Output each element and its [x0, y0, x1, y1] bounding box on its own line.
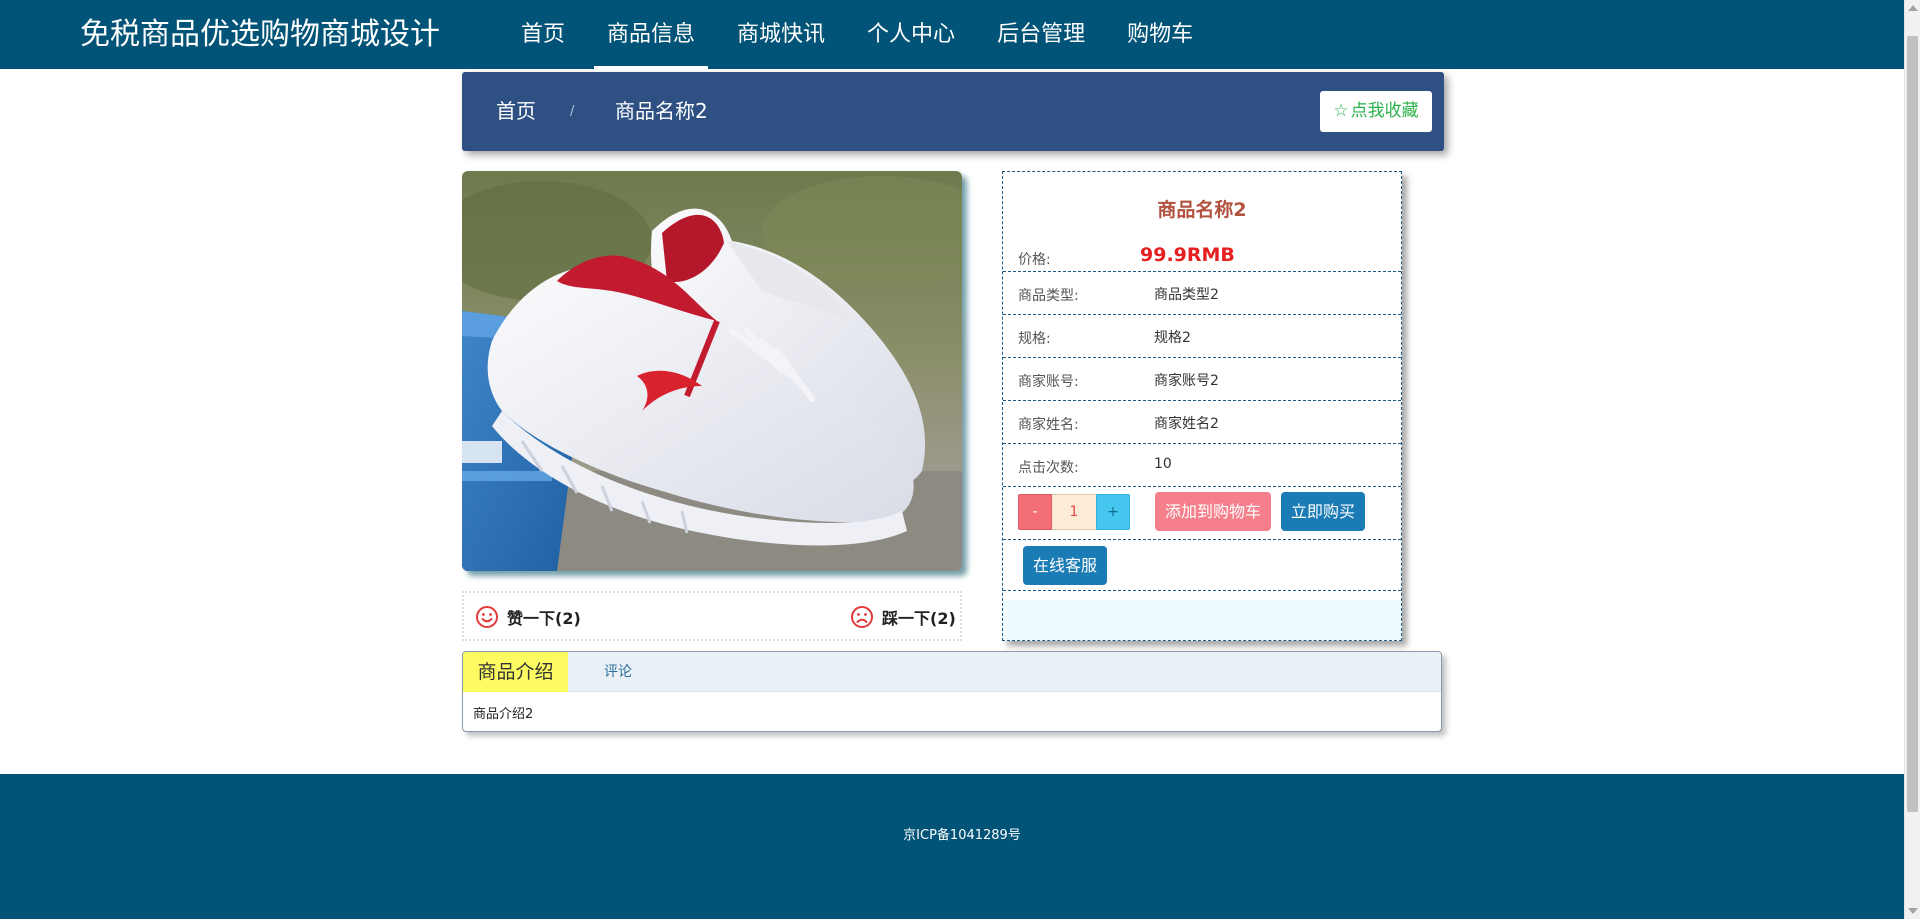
- nav-item-products[interactable]: 商品信息: [594, 0, 709, 69]
- online-service-button[interactable]: 在线客服: [1023, 546, 1107, 585]
- breadcrumb-current: 商品名称2: [615, 99, 708, 123]
- vote-box: 赞一下(2) 踩一下(2): [462, 591, 962, 641]
- field-label: 商家姓名:: [1018, 417, 1079, 433]
- top-navigation-bar: 免税商品优选购物商城设计 首页 商品信息 商城快讯 个人中心 后台管理 购物车: [0, 0, 1904, 69]
- scroll-up-arrow-icon[interactable]: [1908, 5, 1918, 11]
- field-value: 10: [1154, 456, 1172, 472]
- dislike-label: 踩一下(2): [882, 609, 956, 628]
- field-label: 商家账号:: [1018, 374, 1079, 390]
- add-to-cart-button[interactable]: 添加到购物车: [1155, 492, 1271, 531]
- dislike-button[interactable]: 踩一下(2): [850, 605, 956, 629]
- nav-item-user-center[interactable]: 个人中心: [854, 0, 968, 69]
- field-value: 商家姓名2: [1154, 416, 1219, 432]
- info-panel-footer: [1003, 600, 1401, 640]
- footer: 京ICP备1041289号: [0, 774, 1904, 919]
- tab-comments[interactable]: 评论: [568, 652, 668, 692]
- field-row-type: 商品类型: 商品类型2: [1003, 272, 1401, 315]
- nav-item-news[interactable]: 商城快讯: [724, 0, 838, 69]
- tab-content: 商品介绍2: [473, 707, 534, 722]
- field-value: 规格2: [1154, 330, 1191, 346]
- field-row-merchant-name: 商家姓名: 商家姓名2: [1003, 401, 1401, 444]
- site-title: 免税商品优选购物商城设计: [80, 17, 440, 52]
- favorite-label: 点我收藏: [1350, 101, 1419, 121]
- breadcrumb-separator: /: [570, 104, 575, 119]
- product-title: 商品名称2: [1157, 199, 1247, 221]
- scroll-thumb[interactable]: [1907, 36, 1918, 812]
- scroll-down-arrow-icon[interactable]: [1908, 908, 1918, 914]
- quantity-input[interactable]: 1: [1052, 494, 1096, 530]
- quantity-decrease-button[interactable]: -: [1018, 494, 1052, 530]
- purchase-row: - 1 + 添加到购物车 立即购买: [1003, 487, 1401, 540]
- smile-icon: [476, 606, 498, 628]
- field-label: 商品类型:: [1018, 288, 1079, 304]
- nav-item-cart[interactable]: 购物车: [1114, 0, 1206, 69]
- product-tabs: 商品介绍 评论 商品介绍2: [462, 651, 1442, 732]
- favorite-button[interactable]: ☆ 点我收藏: [1320, 91, 1432, 132]
- quantity-increase-button[interactable]: +: [1096, 494, 1130, 530]
- page: 免税商品优选购物商城设计 首页 商品信息 商城快讯 个人中心 后台管理 购物车 …: [0, 0, 1920, 919]
- field-label: 点击次数:: [1018, 460, 1079, 476]
- icp-license: 京ICP备1041289号: [903, 828, 1021, 843]
- field-value: 商家账号2: [1154, 373, 1219, 389]
- service-row: 在线客服: [1003, 540, 1401, 591]
- price-row: 价格: 99.9RMB: [1003, 234, 1401, 272]
- nav-item-home[interactable]: 首页: [508, 0, 578, 69]
- sneaker-photo: [462, 171, 962, 571]
- star-outline-icon: ☆: [1333, 101, 1349, 121]
- product-info-panel: 商品名称2 价格: 99.9RMB 商品类型: 商品类型2 规格: 规格2 商家…: [1002, 171, 1402, 641]
- tab-introduction[interactable]: 商品介绍: [463, 652, 568, 692]
- like-label: 赞一下(2): [507, 609, 581, 628]
- nav-item-admin[interactable]: 后台管理: [984, 0, 1098, 69]
- product-image: [462, 171, 962, 571]
- buy-now-button[interactable]: 立即购买: [1281, 492, 1365, 531]
- field-value: 商品类型2: [1154, 287, 1219, 303]
- price-label: 价格:: [1018, 252, 1051, 268]
- main-nav: 首页 商品信息 商城快讯 个人中心 后台管理 购物车: [508, 0, 1222, 69]
- tab-header: 商品介绍 评论: [463, 652, 1441, 692]
- field-row-clicks: 点击次数: 10: [1003, 444, 1401, 487]
- field-label: 规格:: [1018, 331, 1051, 347]
- field-row-merchant-account: 商家账号: 商家账号2: [1003, 358, 1401, 401]
- like-button[interactable]: 赞一下(2): [475, 605, 581, 629]
- field-row-spec: 规格: 规格2: [1003, 315, 1401, 358]
- breadcrumb-home-link[interactable]: 首页: [496, 98, 536, 124]
- breadcrumb: 首页 / 商品名称2 ☆ 点我收藏: [462, 72, 1444, 151]
- price-value: 99.9RMB: [1140, 244, 1235, 266]
- quantity-stepper: - 1 +: [1018, 494, 1130, 530]
- frown-icon: [851, 606, 873, 628]
- vertical-scrollbar[interactable]: [1904, 0, 1920, 919]
